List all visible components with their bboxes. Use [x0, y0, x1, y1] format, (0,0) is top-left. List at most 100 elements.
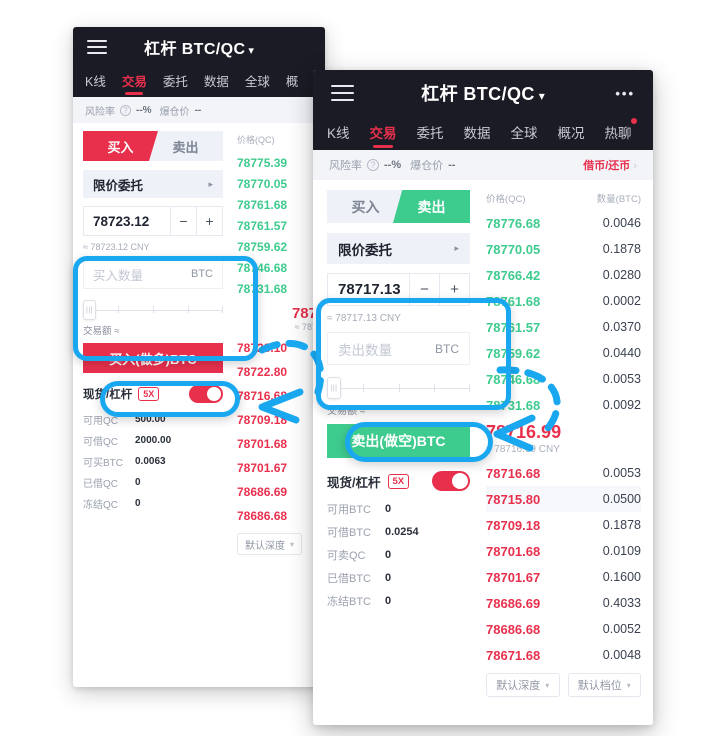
depth-select[interactable]: 默认深度 ▾ — [237, 533, 303, 555]
stat-row: 可买BTC 0.0063 — [83, 456, 166, 469]
price-decrement-button[interactable]: − — [170, 207, 196, 235]
tab-active-underline — [125, 92, 144, 95]
tab-global[interactable]: 全球 — [245, 71, 270, 97]
orderbook-bid-row[interactable]: 78671.68 0.0048 — [486, 642, 641, 668]
orderbook-ask-row[interactable]: 78761.68 — [237, 194, 317, 215]
leverage-toggle[interactable] — [432, 471, 470, 491]
price-input[interactable]: 78723.12 — [84, 214, 170, 229]
order-type-label: 限价委托 — [93, 178, 144, 193]
level-select[interactable]: 默认档位 ▾ — [567, 673, 641, 697]
tab-data[interactable]: 数据 — [204, 71, 229, 97]
risk-label: 风险率 — [85, 106, 115, 118]
orderbook-bid-row[interactable]: 78701.68 0.0109 — [486, 538, 641, 564]
annotation-highlight-right-sell-button — [345, 422, 493, 462]
orderbook-ask-row[interactable]: 78761.57 — [237, 215, 317, 236]
help-icon[interactable]: ? — [367, 159, 379, 171]
chevron-down-icon[interactable]: ▾ — [539, 89, 545, 103]
orderbook-bid-row[interactable]: 78686.68 — [237, 504, 317, 528]
approx-icon: ≈ — [83, 242, 88, 252]
right-risk-row: 风险率 ? --% 爆仓价 -- 借币/还币 › — [313, 150, 653, 180]
last-price: 78716.99 — [486, 422, 562, 442]
orderbook-bid-row[interactable]: 78701.68 — [237, 432, 317, 456]
tab-trade[interactable]: 交易 — [122, 71, 147, 97]
sell-tab[interactable]: 卖出 — [148, 131, 223, 161]
tab-overview[interactable]: 概 — [286, 71, 299, 97]
chevron-right-icon: ▸ — [454, 243, 459, 253]
tab-trade[interactable]: 交易 — [370, 122, 397, 150]
stat-row: 可借BTC 0.0254 — [327, 526, 419, 539]
left-tabbar: K线 交易 委托 数据 全球 概 — [73, 67, 325, 97]
orderbook-bid-row[interactable]: 78701.67 — [237, 456, 317, 480]
sell-tab[interactable]: 卖出 — [393, 190, 470, 223]
order-type-select[interactable]: 限价委托 ▸ — [327, 233, 470, 264]
toggle-knob — [452, 473, 468, 489]
risk-label: 风险率 — [329, 160, 362, 172]
tab-orders[interactable]: 委托 — [417, 122, 444, 150]
left-stats-list: 可用QC 500.00 可借QC 2000.00 可买BTC 0.0063 已借… — [83, 412, 223, 511]
tab-overview[interactable]: 概况 — [558, 122, 585, 150]
chevron-right-icon: ▸ — [208, 178, 213, 189]
tab-data[interactable]: 数据 — [464, 122, 491, 150]
stat-row: 可借QC 2000.00 — [83, 435, 172, 448]
orderbook-price-header: 价格(QC) — [237, 135, 275, 145]
screenshot-canvas: 杠杆 BTC/QC ▾ K线 交易 委托 数据 全球 概 风险率 ? --% 爆仓… — [0, 0, 722, 736]
notification-dot-icon — [630, 118, 637, 124]
tab-kline[interactable]: K线 — [327, 122, 350, 150]
chevron-down-icon[interactable]: ▾ — [248, 45, 254, 57]
leverage-badge: 5X — [387, 473, 410, 489]
orderbook-ask-row[interactable]: 78775.39 — [237, 152, 317, 173]
chevron-down-icon: ▾ — [626, 680, 631, 690]
risk-rate: --% — [136, 104, 152, 116]
tab-kline[interactable]: K线 — [85, 71, 106, 97]
orderbook-bid-row[interactable]: 78701.67 0.1600 — [486, 564, 641, 590]
orderbook-bid-row[interactable]: 78716.68 0.0053 — [486, 460, 641, 486]
right-tabbar: K线 交易 委托 数据 全球 概况 热聊 — [313, 116, 653, 150]
right-title-row: 杠杆 BTC/QC ▾ ••• — [313, 70, 653, 116]
orderbook-ask-row[interactable]: 78770.05 0.1878 — [486, 236, 641, 262]
stat-row: 可卖QC 0 — [327, 549, 392, 562]
tab-global[interactable]: 全球 — [511, 122, 538, 150]
hamburger-icon[interactable] — [331, 85, 354, 101]
borrow-repay-link[interactable]: 借币/还币 › — [583, 157, 637, 173]
orderbook-ask-row[interactable]: 78770.05 — [237, 173, 317, 194]
orderbook-ask-row[interactable]: 78776.68 0.0046 — [486, 210, 641, 236]
buy-tab[interactable]: 买入 — [327, 190, 404, 223]
annotation-highlight-left-amount — [73, 256, 258, 361]
buy-tab[interactable]: 买入 — [83, 131, 158, 161]
more-dots-icon[interactable]: ••• — [615, 86, 635, 101]
orderbook-amount-header: 数量(BTC) — [596, 194, 641, 205]
right-side-toggle: 买入 卖出 — [327, 190, 470, 223]
tab-active-underline — [373, 145, 394, 148]
orderbook-bid-row[interactable]: 78709.18 0.1878 — [486, 512, 641, 538]
price-increment-button[interactable]: + — [196, 207, 222, 235]
annotation-highlight-right-amount — [316, 298, 511, 410]
help-icon[interactable]: ? — [120, 104, 131, 116]
left-side-toggle: 买入 卖出 — [83, 131, 223, 161]
orderbook-bid-row[interactable]: 78686.68 0.0052 — [486, 616, 641, 642]
orderbook-bid-row[interactable]: 78715.80 0.0500 — [486, 486, 641, 512]
hamburger-icon[interactable] — [87, 40, 107, 54]
tab-chat[interactable]: 热聊 — [605, 118, 637, 150]
liquidation-value: -- — [194, 104, 202, 116]
right-topbar: 杠杆 BTC/QC ▾ ••• K线 交易 委托 数据 全球 概况 热聊 — [313, 70, 653, 150]
orderbook-bid-row[interactable]: 78709.18 — [237, 408, 317, 432]
depth-select[interactable]: 默认深度 ▾ — [486, 673, 560, 697]
price-cny-hint: ≈ 78723.12 CNY — [83, 242, 150, 252]
orderbook-ask-row[interactable]: 78766.42 0.0280 — [486, 262, 641, 288]
orderbook-price-header: 价格(QC) — [486, 194, 526, 205]
right-stats-list: 可用BTC 0 可借BTC 0.0254 可卖QC 0 已借BTC 0 冻结BT… — [327, 501, 470, 609]
orderbook-bid-row[interactable]: 78686.69 0.4033 — [486, 590, 641, 616]
order-type-select[interactable]: 限价委托 ▸ — [83, 170, 223, 198]
orderbook-bid-row[interactable]: 78716.68 — [237, 384, 317, 408]
tab-orders[interactable]: 委托 — [163, 71, 188, 97]
orderbook-bid-row[interactable]: 78722.80 — [237, 360, 317, 384]
price-stepper: 78723.12 − + — [83, 206, 223, 236]
liquidation-value: -- — [448, 159, 456, 171]
price-input[interactable]: 78717.13 — [328, 281, 409, 298]
orderbook-ask-row[interactable]: 78759.62 — [237, 236, 317, 257]
leverage-mode-label: 现货/杠杆 — [327, 475, 381, 490]
left-title-row: 杠杆 BTC/QC ▾ — [73, 27, 325, 67]
right-orderbook: 价格(QC) 数量(BTC) 78776.68 0.0046 78770.05 0.… — [478, 180, 653, 697]
orderbook-bid-row[interactable]: 78686.69 — [237, 480, 317, 504]
annotation-highlight-left-buy-button — [100, 381, 240, 417]
